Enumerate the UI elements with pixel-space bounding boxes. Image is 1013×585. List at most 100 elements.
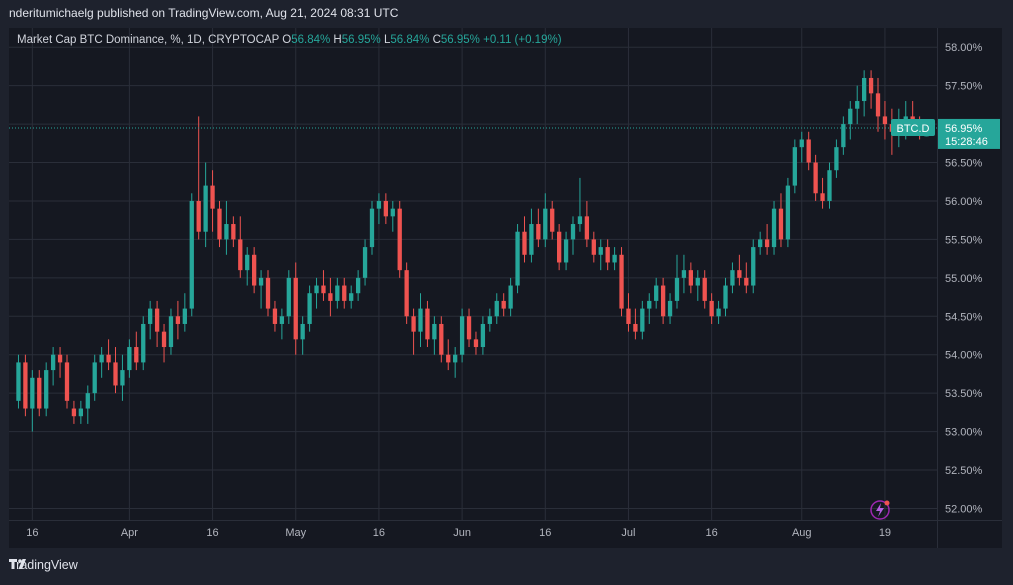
- candle-down: [813, 162, 818, 194]
- candle-down: [501, 300, 506, 309]
- candle-up: [141, 323, 146, 363]
- candle-down: [660, 285, 666, 317]
- time-tick-label: 16: [539, 527, 551, 539]
- legend-open-label: O: [282, 34, 292, 46]
- candle-up: [168, 316, 174, 348]
- time-tick-label: 19: [879, 527, 891, 539]
- candle-up: [355, 277, 361, 294]
- candle-up: [543, 208, 548, 240]
- chart-panel[interactable]: 58.00%57.50%57.00%56.50%56.00%55.50%55.0…: [9, 28, 1002, 548]
- candle-down: [37, 377, 42, 409]
- candle-up: [92, 362, 97, 394]
- candle-down: [134, 347, 139, 363]
- candle-up: [99, 354, 104, 363]
- candle-down: [536, 224, 541, 240]
- candle-down: [161, 331, 167, 348]
- price-tick-label: 53.00%: [945, 427, 983, 439]
- candle-up: [730, 270, 735, 286]
- tradingview-logo-icon: [9, 559, 26, 569]
- candle-up: [695, 277, 700, 286]
- candle-down: [619, 254, 624, 309]
- time-tick-label: 16: [706, 527, 718, 539]
- candle-down: [293, 277, 298, 340]
- price-tick-label: 52.00%: [945, 503, 983, 515]
- candle-up: [855, 101, 860, 109]
- candlestick-chart[interactable]: 58.00%57.50%57.00%56.50%56.00%55.50%55.0…: [9, 28, 1002, 548]
- published-by-line: nderitumichaelg published on TradingView…: [9, 6, 399, 20]
- candle-up: [459, 316, 465, 355]
- candle-down: [425, 308, 430, 340]
- candle-up: [432, 323, 437, 340]
- notification-dot-icon: [884, 500, 890, 506]
- candle-down: [875, 93, 881, 117]
- candle-up: [224, 224, 229, 240]
- candle-up: [362, 247, 368, 278]
- candle-up: [751, 247, 756, 286]
- candle-down: [550, 208, 555, 232]
- footer: TradingView: [9, 558, 78, 572]
- candle-up: [570, 224, 576, 240]
- candle-down: [342, 285, 347, 301]
- candle-up: [182, 308, 187, 324]
- candle-up: [480, 323, 486, 348]
- candle-down: [57, 354, 63, 363]
- candle-down: [210, 185, 215, 209]
- candle-up: [612, 254, 617, 263]
- candle-up: [799, 139, 804, 148]
- symbol-badge-label: BTC.D: [897, 123, 930, 135]
- candle-down: [231, 224, 236, 240]
- candle-down: [23, 362, 28, 409]
- candle-down: [154, 308, 160, 332]
- candle-down: [473, 339, 479, 348]
- candle-down: [626, 308, 631, 324]
- candle-up: [307, 293, 312, 324]
- candle-down: [556, 231, 562, 263]
- candle-up: [314, 285, 319, 294]
- candle-down: [764, 239, 770, 248]
- chart-legend: Market Cap BTC Dominance, %, 1D, CRYPTOC…: [17, 34, 562, 46]
- candle-up: [487, 316, 492, 324]
- candle-up: [418, 308, 423, 332]
- candle-up: [640, 308, 645, 332]
- price-tick-label: 54.00%: [945, 350, 983, 362]
- candle-down: [328, 293, 333, 301]
- candle-down: [397, 208, 402, 271]
- candle-down: [688, 270, 694, 286]
- candle-down: [820, 193, 825, 201]
- candle-up: [674, 277, 680, 301]
- candle-up: [16, 362, 21, 401]
- candle-up: [127, 347, 132, 371]
- candle-up: [785, 185, 791, 240]
- candle-up: [861, 77, 867, 102]
- candle-down: [446, 354, 451, 363]
- candle-up: [245, 254, 250, 271]
- candle-down: [806, 139, 811, 163]
- legend-high-value: 56.95%: [341, 34, 381, 46]
- price-tick-label: 56.50%: [945, 158, 983, 170]
- candle-up: [792, 147, 797, 186]
- candle-up: [834, 147, 839, 171]
- legend-close-label: C: [432, 34, 441, 46]
- candle-down: [522, 231, 527, 255]
- time-tick-label: May: [285, 527, 306, 539]
- candle-up: [30, 377, 35, 409]
- candle-down: [265, 277, 271, 309]
- candle-down: [238, 239, 243, 271]
- candle-up: [78, 408, 84, 417]
- candle-up: [390, 208, 395, 217]
- time-scale-border: [9, 520, 1002, 521]
- candle-up: [508, 285, 513, 309]
- time-tick-label: Aug: [792, 527, 812, 539]
- time-tick-label: Jul: [621, 527, 635, 539]
- flash-icon-bolt: [876, 503, 884, 517]
- candle-up: [667, 300, 673, 317]
- price-tick-label: 55.00%: [945, 273, 983, 285]
- candle-up: [148, 308, 153, 324]
- candle-down: [466, 316, 472, 340]
- candle-down: [584, 216, 590, 240]
- price-tick-label: 57.50%: [945, 81, 983, 93]
- candle-up: [279, 316, 285, 324]
- candle-down: [709, 300, 714, 317]
- legend-close-value: 56.95%: [440, 34, 480, 46]
- candle-down: [71, 408, 77, 417]
